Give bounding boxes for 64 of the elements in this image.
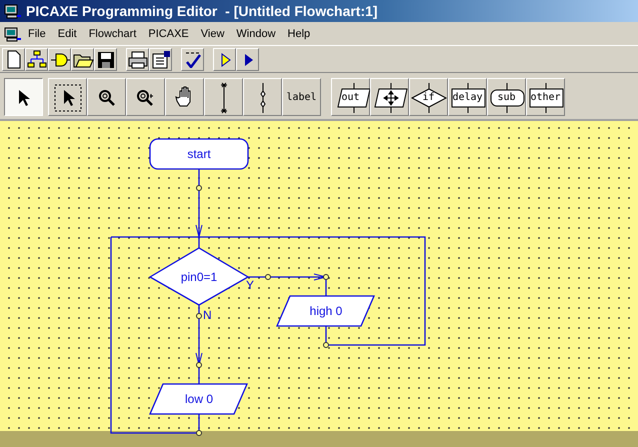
- decision-symbol-icon: [411, 82, 447, 114]
- menu-item[interactable]: Help: [282, 26, 316, 42]
- menu-item[interactable]: View: [194, 26, 230, 42]
- connection-point: [196, 313, 202, 319]
- node-label: start: [187, 147, 211, 161]
- connection-point: [323, 274, 329, 280]
- computer-icon: [4, 26, 22, 42]
- arrowhead-icon: [196, 224, 202, 238]
- selection-pointer-icon: [54, 84, 82, 112]
- hand-icon: [175, 86, 191, 107]
- subroutine-symbol-icon: [490, 82, 525, 114]
- process-symbol-icon: [451, 82, 486, 114]
- menu-item[interactable]: Edit: [52, 26, 83, 42]
- properties-icon: [152, 50, 171, 68]
- computer-icon: [4, 4, 22, 18]
- flowchart-icon: [27, 50, 47, 68]
- menu-item[interactable]: Flowchart: [82, 26, 142, 42]
- delay-tool-button[interactable]: delay: [448, 78, 487, 116]
- new-document-icon: [7, 50, 21, 68]
- save-icon: [97, 50, 115, 68]
- menu-item[interactable]: PICAXE: [142, 26, 195, 42]
- toolbar-button[interactable]: [48, 48, 71, 70]
- toolbar-button[interactable]: [181, 48, 204, 70]
- out-tool-button[interactable]: out: [331, 78, 370, 116]
- branch-label: Y: [246, 278, 254, 292]
- toolbar-button[interactable]: [236, 48, 259, 70]
- connection-point: [265, 274, 271, 280]
- toolbar-button[interactable]: [2, 48, 25, 70]
- spell-check-icon: [185, 52, 201, 68]
- toolbar-button[interactable]: [126, 48, 149, 70]
- branch-label: N: [203, 308, 212, 322]
- connector-tool-icon: [260, 82, 266, 114]
- node-label: pin0=1: [180, 270, 218, 284]
- connection-point: [196, 430, 202, 436]
- toolbar-button[interactable]: [149, 48, 172, 70]
- pointer-icon: [18, 89, 31, 107]
- move-symbol-icon: [374, 82, 408, 114]
- play-outline-icon: [221, 52, 231, 66]
- printer-icon: [128, 50, 148, 68]
- node-label: high 0: [310, 304, 342, 318]
- other-tool-button[interactable]: other: [526, 78, 565, 116]
- toolbar-button[interactable]: [71, 48, 94, 70]
- menu-item[interactable]: Window: [230, 26, 282, 42]
- toolbar-button[interactable]: [25, 48, 48, 70]
- play-icon: [244, 52, 254, 66]
- connection-point: [323, 342, 329, 348]
- label-tool-button[interactable]: label: [282, 78, 321, 116]
- output-symbol-icon: [337, 82, 371, 114]
- connection-point: [196, 362, 202, 368]
- node-label: low 0: [185, 392, 213, 406]
- if-tool-button[interactable]: if: [409, 78, 448, 116]
- connection-point: [196, 185, 202, 191]
- line-tool-icon: [220, 82, 228, 114]
- logic-gate-icon: [50, 52, 71, 66]
- magnifier-icon: [137, 90, 154, 106]
- toolbar-button[interactable]: [94, 48, 117, 70]
- tool-button[interactable]: [4, 78, 43, 116]
- open-folder-icon: [73, 54, 94, 68]
- magnifier-icon: [99, 90, 115, 106]
- window-title: PICAXE Programming Editor - [Untitled Flowchart:1]: [26, 3, 378, 19]
- menu-item[interactable]: File: [22, 26, 52, 42]
- process-symbol-icon: [529, 82, 564, 114]
- toolbar-button[interactable]: [213, 48, 236, 70]
- sub-tool-button[interactable]: sub: [487, 78, 526, 116]
